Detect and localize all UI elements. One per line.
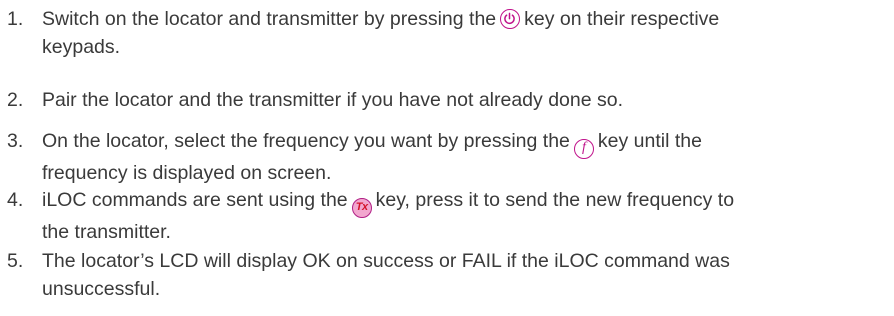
step-text: The locator’s LCD will display OK on suc… — [42, 250, 730, 272]
frequency-f-icon: f — [573, 139, 594, 159]
step-number: 4. — [7, 189, 24, 211]
step-text: iLOC commands are sent using the — [42, 189, 348, 211]
step-text: Pair the locator and the transmitter if … — [42, 89, 624, 111]
step-1: 1. Switch on the locator and transmitter… — [0, 5, 894, 61]
step-text: On the locator, select the frequency you… — [42, 130, 570, 152]
step-number: 1. — [7, 8, 24, 30]
step-text-continued: the transmitter. — [42, 221, 171, 243]
step-5: 5. The locator’s LCD will display OK on … — [0, 247, 894, 303]
step-text-after: key until the — [597, 130, 702, 152]
step-4: 4. iLOC commands are sent using the Tx key… — [0, 186, 894, 246]
tx-key-icon: Tx — [351, 198, 372, 218]
step-text-continued: keypads. — [42, 36, 121, 58]
step-text-continued: unsuccessful. — [42, 278, 161, 300]
step-text-after: key on their respective — [524, 8, 720, 30]
step-text-after: key, press it to send the new frequency … — [375, 189, 735, 211]
step-text: Switch on the locator and transmitter by… — [42, 8, 497, 30]
step-number: 2. — [7, 89, 24, 111]
step-3: 3. On the locator, select the frequency … — [0, 127, 894, 187]
step-text-continued: frequency is displayed on screen. — [42, 162, 332, 184]
power-icon — [500, 9, 521, 29]
step-number: 5. — [7, 250, 24, 272]
step-number: 3. — [7, 130, 24, 152]
step-2: 2. Pair the locator and the transmitter … — [0, 86, 894, 114]
